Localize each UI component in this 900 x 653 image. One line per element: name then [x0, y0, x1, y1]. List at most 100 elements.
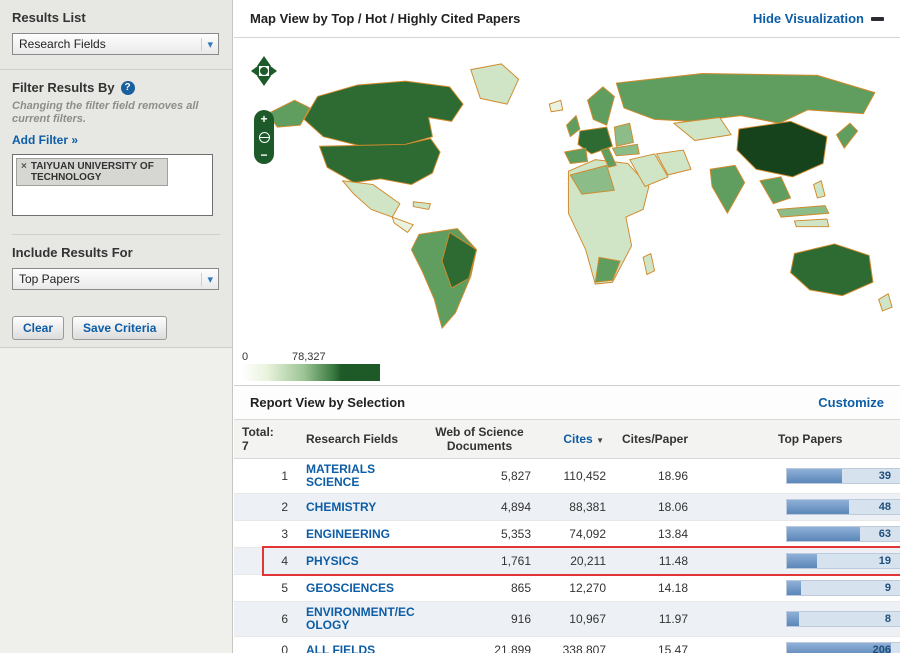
column-research-fields: Research Fields — [306, 432, 399, 446]
table-row: 0 ALL FIELDS 21,899 338,807 15.47 206 — [234, 637, 900, 653]
top-papers-bar: 63 — [786, 526, 900, 542]
filter-note: Changing the filter field removes all cu… — [12, 100, 199, 125]
collapse-icon — [871, 16, 884, 21]
table-row: 5 GEOSCIENCES 865 12,270 14.18 9 — [234, 575, 900, 602]
column-cites-per-paper: Cites/Paper — [621, 432, 688, 446]
docs-value: 21,899 — [494, 643, 531, 653]
legend-min-label: 0 — [242, 351, 249, 363]
total-count: 7 — [242, 439, 249, 453]
map-header: Map View by Top / Hot / Highly Cited Pap… — [234, 0, 900, 38]
cites-value: 10,967 — [569, 612, 606, 626]
docs-value: 5,353 — [500, 527, 531, 541]
docs-value: 865 — [510, 581, 531, 595]
docs-value: 4,894 — [500, 500, 531, 514]
row-rank: 5 — [281, 581, 288, 595]
legend-gradient-bar — [242, 364, 380, 381]
top-papers-bar: 48 — [786, 499, 900, 515]
cites-per-paper-value: 14.18 — [657, 581, 688, 595]
help-icon[interactable]: ? — [120, 80, 135, 95]
map-area: + − 0 78,327 — [234, 38, 900, 385]
top-papers-value: 19 — [878, 555, 891, 567]
table-header-row: Total: 7 Research Fields Web of Science … — [234, 420, 900, 459]
world-map[interactable] — [262, 52, 894, 342]
report-header: Report View by Selection Customize — [234, 385, 900, 420]
results-list-heading: Results List — [12, 10, 86, 25]
report-view-title: Report View by Selection — [250, 395, 406, 410]
cites-value: 20,211 — [570, 554, 606, 568]
top-papers-bar-fill — [787, 469, 842, 483]
chevron-down-icon: ▾ — [201, 37, 218, 51]
map-legend: 0 78,327 — [242, 351, 380, 381]
top-papers-bar-fill — [787, 500, 850, 514]
clear-button[interactable]: Clear — [12, 316, 65, 340]
top-papers-bar-fill — [787, 527, 860, 541]
cites-per-paper-value: 18.96 — [657, 469, 688, 483]
field-link[interactable]: ENGINEERING — [306, 527, 390, 541]
top-papers-value: 39 — [878, 470, 891, 482]
docs-value: 916 — [510, 612, 531, 626]
filter-tag[interactable]: × TAIYUAN UNIVERSITY OF TECHNOLOGY — [16, 158, 168, 186]
row-rank: 2 — [281, 500, 288, 514]
pan-control[interactable] — [247, 56, 281, 104]
top-papers-bar-fill — [787, 581, 802, 595]
row-rank: 4 — [281, 554, 288, 568]
field-link[interactable]: CHEMISTRY — [306, 500, 376, 514]
field-link[interactable]: ENVIRONMENT/ECOLOGY — [306, 605, 415, 632]
row-rank: 1 — [281, 469, 288, 483]
column-cites-sort[interactable]: Cites ▼ — [537, 432, 612, 446]
row-rank: 0 — [281, 643, 288, 653]
top-papers-value: 9 — [884, 582, 891, 594]
column-top-papers: Top Papers — [778, 432, 843, 446]
field-link[interactable]: PHYSICS — [306, 554, 359, 568]
results-list-dropdown-value: Research Fields — [19, 37, 106, 51]
top-papers-value: 63 — [878, 528, 891, 540]
cites-per-paper-value: 18.06 — [657, 500, 688, 514]
table-row-physics: 4 PHYSICS 1,761 20,211 11.48 19 — [234, 546, 900, 576]
field-link[interactable]: GEOSCIENCES — [306, 581, 394, 595]
top-papers-bar-fill — [787, 612, 799, 626]
globe-icon[interactable] — [258, 131, 270, 143]
row-rank: 3 — [281, 527, 288, 541]
sort-desc-icon: ▼ — [596, 436, 604, 445]
chevron-down-icon: ▾ — [201, 272, 218, 286]
cites-per-paper-value: 11.48 — [658, 554, 688, 568]
top-papers-bar: 19 — [786, 553, 900, 569]
zoom-out-button[interactable]: − — [260, 149, 267, 161]
docs-value: 1,761 — [500, 554, 531, 568]
zoom-control: + − — [254, 110, 274, 164]
map-view-title: Map View by Top / Hot / Highly Cited Pap… — [250, 11, 521, 26]
sidebar-bottom-panel — [0, 347, 232, 653]
hide-visualization-label: Hide Visualization — [752, 11, 864, 26]
include-results-heading: Include Results For — [12, 245, 133, 260]
zoom-in-button[interactable]: + — [260, 113, 267, 125]
filter-results-heading: Filter Results By — [12, 80, 115, 95]
cites-per-paper-value: 15.47 — [657, 643, 688, 653]
include-results-dropdown[interactable]: Top Papers ▾ — [12, 268, 219, 290]
cites-value: 88,381 — [569, 500, 606, 514]
save-criteria-button[interactable]: Save Criteria — [72, 316, 168, 340]
table-row: 3 ENGINEERING 5,353 74,092 13.84 63 — [234, 521, 900, 548]
cites-per-paper-value: 13.84 — [657, 527, 688, 541]
remove-filter-icon[interactable]: × — [21, 161, 27, 183]
cites-per-paper-value: 11.97 — [658, 612, 688, 626]
docs-value: 5,827 — [500, 469, 531, 483]
column-wos-documents: Web of Science Documents — [435, 425, 524, 453]
map-controls: + − — [250, 56, 278, 164]
field-link[interactable]: MATERIALS SCIENCE — [306, 462, 375, 489]
sidebar: Results List Research Fields ▾ Filter Re… — [0, 0, 233, 653]
top-papers-bar-fill — [787, 554, 817, 568]
top-papers-value: 206 — [872, 644, 891, 653]
table-row: 1 MATERIALS SCIENCE 5,827 110,452 18.96 … — [234, 459, 900, 494]
hide-visualization-link[interactable]: Hide Visualization — [753, 11, 884, 26]
active-filters-box: × TAIYUAN UNIVERSITY OF TECHNOLOGY — [12, 154, 213, 216]
row-rank: 6 — [281, 612, 288, 626]
add-filter-link[interactable]: Add Filter » — [12, 133, 78, 147]
filter-tag-label: TAIYUAN UNIVERSITY OF TECHNOLOGY — [30, 161, 154, 183]
top-papers-bar: 9 — [786, 580, 900, 596]
top-papers-bar: 39 — [786, 468, 900, 484]
map-countries[interactable] — [267, 63, 893, 329]
cites-value: 74,092 — [569, 527, 606, 541]
field-link[interactable]: ALL FIELDS — [306, 643, 375, 653]
customize-link[interactable]: Customize — [818, 395, 884, 410]
results-list-dropdown[interactable]: Research Fields ▾ — [12, 33, 219, 55]
